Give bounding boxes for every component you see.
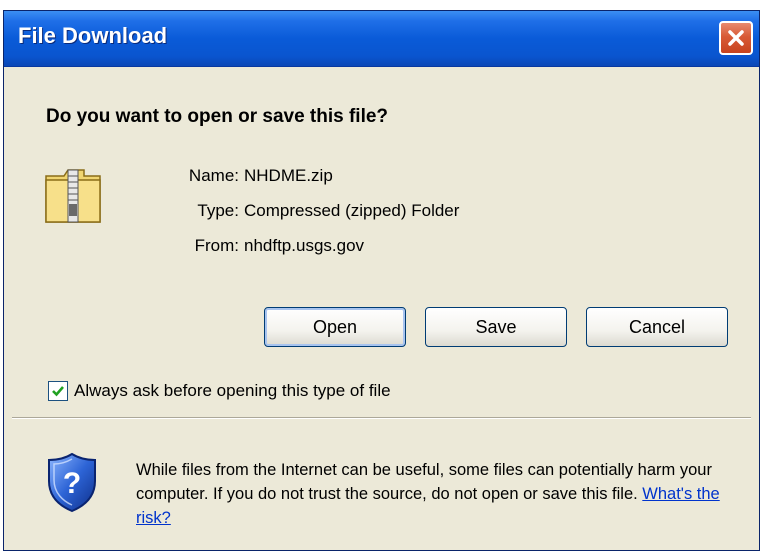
type-label: Type: [197, 201, 239, 220]
cancel-button[interactable]: Cancel [586, 307, 728, 347]
type-value: Compressed (zipped) Folder [244, 201, 460, 220]
name-label: Name: [188, 166, 239, 185]
title-bar[interactable]: File Download [4, 11, 759, 67]
name-value: NHDME.zip [244, 166, 333, 185]
close-icon [728, 30, 744, 46]
from-label: From: [194, 236, 239, 255]
window-title: File Download [18, 23, 168, 48]
always-ask-checkbox[interactable] [48, 381, 68, 401]
always-ask-label: Always ask before opening this type of f… [74, 381, 391, 400]
file-download-dialog: File Download Do you want to open or sav… [3, 10, 760, 551]
shield-question-icon: ? [48, 452, 96, 513]
divider [12, 417, 751, 419]
dialog-question: Do you want to open or save this file? [46, 106, 389, 127]
close-button[interactable] [719, 21, 753, 55]
security-warning: While files from the Internet can be use… [136, 458, 746, 530]
svg-text:?: ? [63, 467, 81, 500]
file-type-row: Type: Compressed (zipped) Folder [4, 201, 759, 225]
save-button[interactable]: Save [425, 307, 567, 347]
file-from-row: From: nhdftp.usgs.gov [4, 236, 759, 260]
warning-text: While files from the Internet can be use… [136, 461, 712, 503]
file-name-row: Name: NHDME.zip [4, 166, 759, 190]
always-ask-row[interactable]: Always ask before opening this type of f… [48, 381, 391, 401]
from-value: nhdftp.usgs.gov [244, 236, 365, 255]
open-button[interactable]: Open [264, 307, 406, 347]
checkmark-icon [52, 386, 64, 397]
